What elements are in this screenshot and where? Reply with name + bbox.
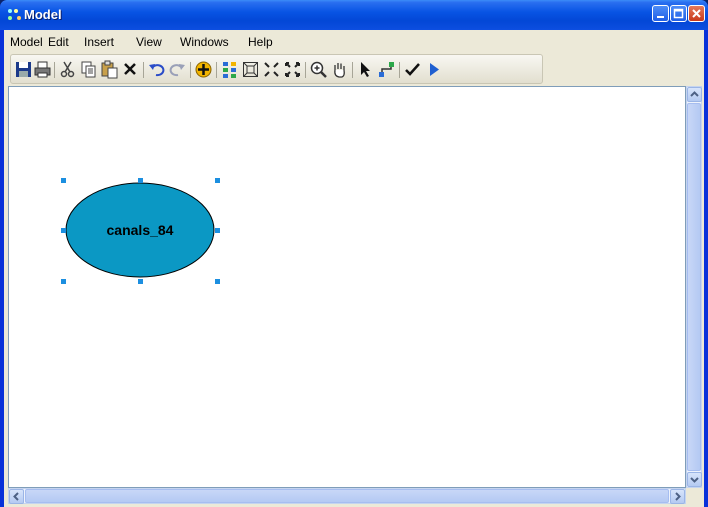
window-title: Model bbox=[24, 7, 62, 22]
menu-view[interactable]: View bbox=[136, 35, 162, 49]
model-window: Model Model Edit Insert View Windows Hel… bbox=[0, 0, 708, 507]
maximize-button[interactable] bbox=[670, 5, 687, 22]
run-icon[interactable] bbox=[424, 60, 443, 79]
minimize-button[interactable] bbox=[652, 5, 669, 22]
undo-icon[interactable] bbox=[147, 60, 166, 79]
menu-edit[interactable]: Edit bbox=[48, 35, 69, 49]
menu-bar: Model Edit Insert View Windows Help bbox=[4, 30, 704, 53]
selection-handle[interactable] bbox=[215, 279, 220, 284]
pan-icon[interactable] bbox=[330, 60, 349, 79]
horizontal-scroll-thumb[interactable] bbox=[25, 489, 669, 503]
copy-icon[interactable] bbox=[79, 60, 98, 79]
save-icon[interactable] bbox=[14, 60, 33, 79]
chevron-left-icon bbox=[13, 492, 19, 501]
selection-handle[interactable] bbox=[61, 228, 66, 233]
selection-handle[interactable] bbox=[61, 178, 66, 183]
toolbar-separator bbox=[143, 62, 144, 78]
cut-icon[interactable] bbox=[58, 60, 77, 79]
model-node-label: canals_84 bbox=[107, 222, 174, 238]
model-app-icon bbox=[8, 9, 21, 20]
toolbar-separator bbox=[54, 62, 55, 78]
delete-icon[interactable] bbox=[121, 60, 140, 79]
paste-icon[interactable] bbox=[100, 60, 119, 79]
toolbar-separator bbox=[216, 62, 217, 78]
auto-layout-icon[interactable] bbox=[220, 60, 239, 79]
model-diagram: canals_84 bbox=[61, 178, 220, 284]
toolbar-separator bbox=[352, 62, 353, 78]
chevron-up-icon bbox=[690, 91, 699, 97]
selection-handle[interactable] bbox=[61, 279, 66, 284]
add-data-icon[interactable] bbox=[194, 60, 213, 79]
scroll-up-button[interactable] bbox=[687, 87, 702, 102]
menu-help[interactable]: Help bbox=[248, 35, 273, 49]
scroll-down-button[interactable] bbox=[687, 472, 702, 487]
toolbar-separator bbox=[305, 62, 306, 78]
resize-grip[interactable] bbox=[686, 488, 702, 504]
window-body: Model Edit Insert View Windows Help cana… bbox=[4, 30, 704, 507]
vertical-scrollbar[interactable] bbox=[686, 86, 702, 488]
model-canvas[interactable]: canals_84 bbox=[8, 86, 686, 488]
toolbar bbox=[10, 54, 543, 84]
close-icon bbox=[692, 9, 701, 18]
maximize-icon bbox=[673, 8, 684, 19]
horizontal-scrollbar[interactable] bbox=[8, 488, 686, 504]
validate-icon[interactable] bbox=[403, 60, 422, 79]
menu-model[interactable]: Model bbox=[10, 35, 43, 49]
redo-icon[interactable] bbox=[168, 60, 187, 79]
toolbar-separator bbox=[399, 62, 400, 78]
scroll-right-button[interactable] bbox=[670, 489, 685, 504]
zoom-out-fixed-icon[interactable] bbox=[283, 60, 302, 79]
chevron-down-icon bbox=[690, 477, 699, 483]
print-icon[interactable] bbox=[33, 60, 52, 79]
menu-insert[interactable]: Insert bbox=[84, 35, 114, 49]
selection-handle[interactable] bbox=[215, 228, 220, 233]
vertical-scroll-thumb[interactable] bbox=[687, 103, 701, 471]
menu-windows[interactable]: Windows bbox=[180, 35, 229, 49]
selection-handle[interactable] bbox=[215, 178, 220, 183]
scroll-left-button[interactable] bbox=[9, 489, 24, 504]
toolbar-separator bbox=[190, 62, 191, 78]
full-extent-icon[interactable] bbox=[241, 60, 260, 79]
minimize-icon bbox=[657, 16, 664, 18]
close-button[interactable] bbox=[688, 5, 705, 22]
select-icon[interactable] bbox=[356, 60, 375, 79]
zoom-in-fixed-icon[interactable] bbox=[262, 60, 281, 79]
zoom-icon[interactable] bbox=[309, 60, 328, 79]
title-bar[interactable]: Model bbox=[0, 0, 708, 30]
connect-icon[interactable] bbox=[377, 60, 396, 79]
selection-handle[interactable] bbox=[138, 178, 143, 183]
selection-handle[interactable] bbox=[138, 279, 143, 284]
chevron-right-icon bbox=[675, 492, 681, 501]
